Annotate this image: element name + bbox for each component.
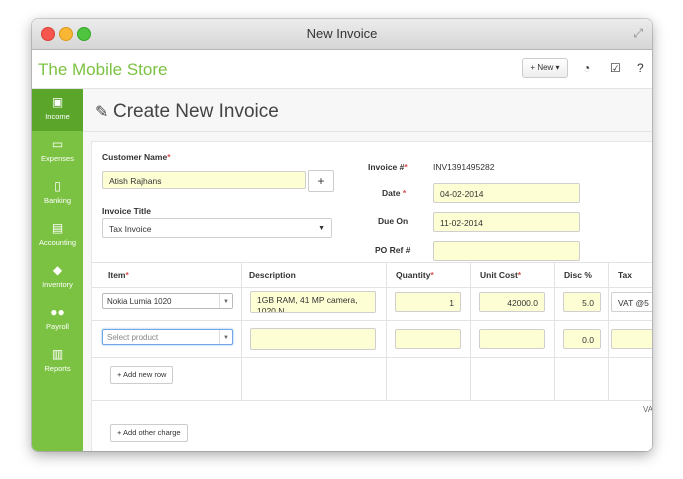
sidebar: ▣ Income ▭ Expenses ▯ Banking ▤ Accounti… (32, 89, 83, 451)
column-divider (386, 262, 387, 400)
sidebar-item-label: Inventory (42, 280, 73, 289)
credit-card-icon: ▭ (51, 137, 64, 151)
description-textarea[interactable] (250, 328, 376, 350)
checklist-icon[interactable]: ☑ (610, 61, 621, 75)
discount-input[interactable]: 5.0 (563, 292, 601, 312)
window-title: New Invoice (306, 26, 378, 41)
sidebar-item-accounting[interactable]: ▤ Accounting (32, 215, 83, 257)
brand-name[interactable]: The Mobile Store (38, 60, 167, 80)
column-header-quantity: Quantity* (396, 270, 434, 280)
invoice-title-label: Invoice Title (102, 206, 151, 216)
sidebar-item-label: Expenses (41, 154, 74, 163)
money-icon: ▣ (51, 95, 64, 109)
bar-chart-icon: ▥ (51, 347, 64, 361)
po-ref-label: PO Ref # (375, 245, 411, 255)
chevron-down-icon: ▼ (219, 294, 232, 308)
due-on-input[interactable]: 11-02-2014 (433, 212, 580, 232)
customer-name-input[interactable]: Atish Rajhans (102, 171, 306, 189)
customer-name-label: Customer Name* (102, 152, 171, 162)
due-on-label: Due On (378, 216, 409, 226)
main-content: ✎ Create New Invoice Customer Name* Atish… (83, 89, 652, 451)
dashboard-icon[interactable]: ◔ (583, 61, 590, 75)
row-divider (92, 320, 652, 321)
tag-icon: ◆ (52, 263, 63, 277)
column-header-item: Item* (108, 270, 129, 280)
new-dropdown-button[interactable]: + New ▾ (522, 58, 568, 78)
chevron-down-icon: ▼ (219, 330, 232, 344)
date-label: Date * (382, 188, 407, 198)
tax-select[interactable]: VAT @5 (611, 292, 652, 312)
fullscreen-icon[interactable]: ⤢ (633, 26, 643, 41)
add-new-row-button[interactable]: + Add new row (110, 366, 174, 384)
po-ref-input[interactable] (433, 241, 580, 261)
sidebar-item-income[interactable]: ▣ Income (32, 89, 83, 131)
sidebar-item-inventory[interactable]: ◆ Inventory (32, 257, 83, 299)
column-divider (608, 262, 609, 400)
sidebar-item-label: Accounting (38, 238, 77, 247)
description-textarea[interactable]: 1GB RAM, 41 MP camera, 1020 N... (250, 291, 376, 313)
banking-icon: ▯ (54, 179, 61, 193)
help-icon[interactable]: ? (637, 61, 644, 75)
unit-cost-input[interactable]: 42000.0 (479, 292, 545, 312)
page-title-text: Create New Invoice (113, 101, 279, 122)
invoice-form: Customer Name* Atish Rajhans + Invoice T… (91, 141, 652, 451)
sidebar-item-label: Reports (44, 364, 71, 373)
discount-input[interactable]: 0.0 (563, 329, 601, 349)
item-select-value: Nokia Lumia 1020 (107, 297, 172, 306)
book-icon: ▤ (51, 221, 64, 235)
title-divider (83, 131, 652, 132)
page-title: ✎ Create New Invoice (95, 101, 279, 123)
invoice-title-value: Tax Invoice (109, 224, 152, 234)
sidebar-item-expenses[interactable]: ▭ Expenses (32, 131, 83, 173)
item-select[interactable]: Nokia Lumia 1020 ▼ (102, 293, 233, 309)
app-window: New Invoice ⤢ The Mobile Store + New ▾ ◔… (32, 19, 652, 451)
invoice-title-select[interactable]: Tax Invoice ▼ (102, 218, 332, 238)
quantity-input[interactable] (395, 329, 461, 349)
sidebar-item-label: Payroll (46, 322, 69, 331)
section-divider (92, 400, 652, 401)
tax-select[interactable] (611, 329, 652, 349)
chevron-down-icon: ▼ (318, 225, 325, 232)
add-customer-button[interactable]: + (308, 170, 334, 192)
title-bar: New Invoice ⤢ (32, 19, 652, 50)
tax-summary-label: VA (643, 405, 652, 414)
invoice-number-value: INV1391495282 (433, 162, 495, 172)
users-icon: ●● (50, 305, 65, 319)
product-select[interactable]: Select product ▼ (102, 329, 233, 345)
column-header-unit-cost: Unit Cost* (480, 270, 522, 280)
column-header-tax: Tax (618, 270, 633, 280)
column-divider (470, 262, 471, 400)
column-header-description: Description (249, 270, 296, 280)
unit-cost-input[interactable] (479, 329, 545, 349)
sidebar-item-label: Banking (43, 196, 72, 205)
quantity-input[interactable]: 1 (395, 292, 461, 312)
product-select-placeholder: Select product (107, 333, 159, 342)
sidebar-item-payroll[interactable]: ●● Payroll (32, 299, 83, 341)
column-header-disc: Disc % (564, 270, 592, 280)
sidebar-item-banking[interactable]: ▯ Banking (32, 173, 83, 215)
column-divider (554, 262, 555, 400)
items-table-header: Item* Description Quantity* Unit Cost* D… (92, 262, 652, 288)
invoice-number-label: Invoice #* (368, 162, 408, 172)
sidebar-item-label: Income (45, 112, 70, 121)
add-other-charge-button[interactable]: + Add other charge (110, 424, 188, 442)
date-input[interactable]: 04-02-2014 (433, 183, 580, 203)
row-divider (92, 357, 652, 358)
app-header: The Mobile Store + New ▾ ◔ ☑ ? (32, 50, 652, 89)
column-divider (241, 262, 242, 400)
sidebar-item-reports[interactable]: ▥ Reports (32, 341, 83, 383)
edit-icon: ✎ (95, 104, 109, 121)
